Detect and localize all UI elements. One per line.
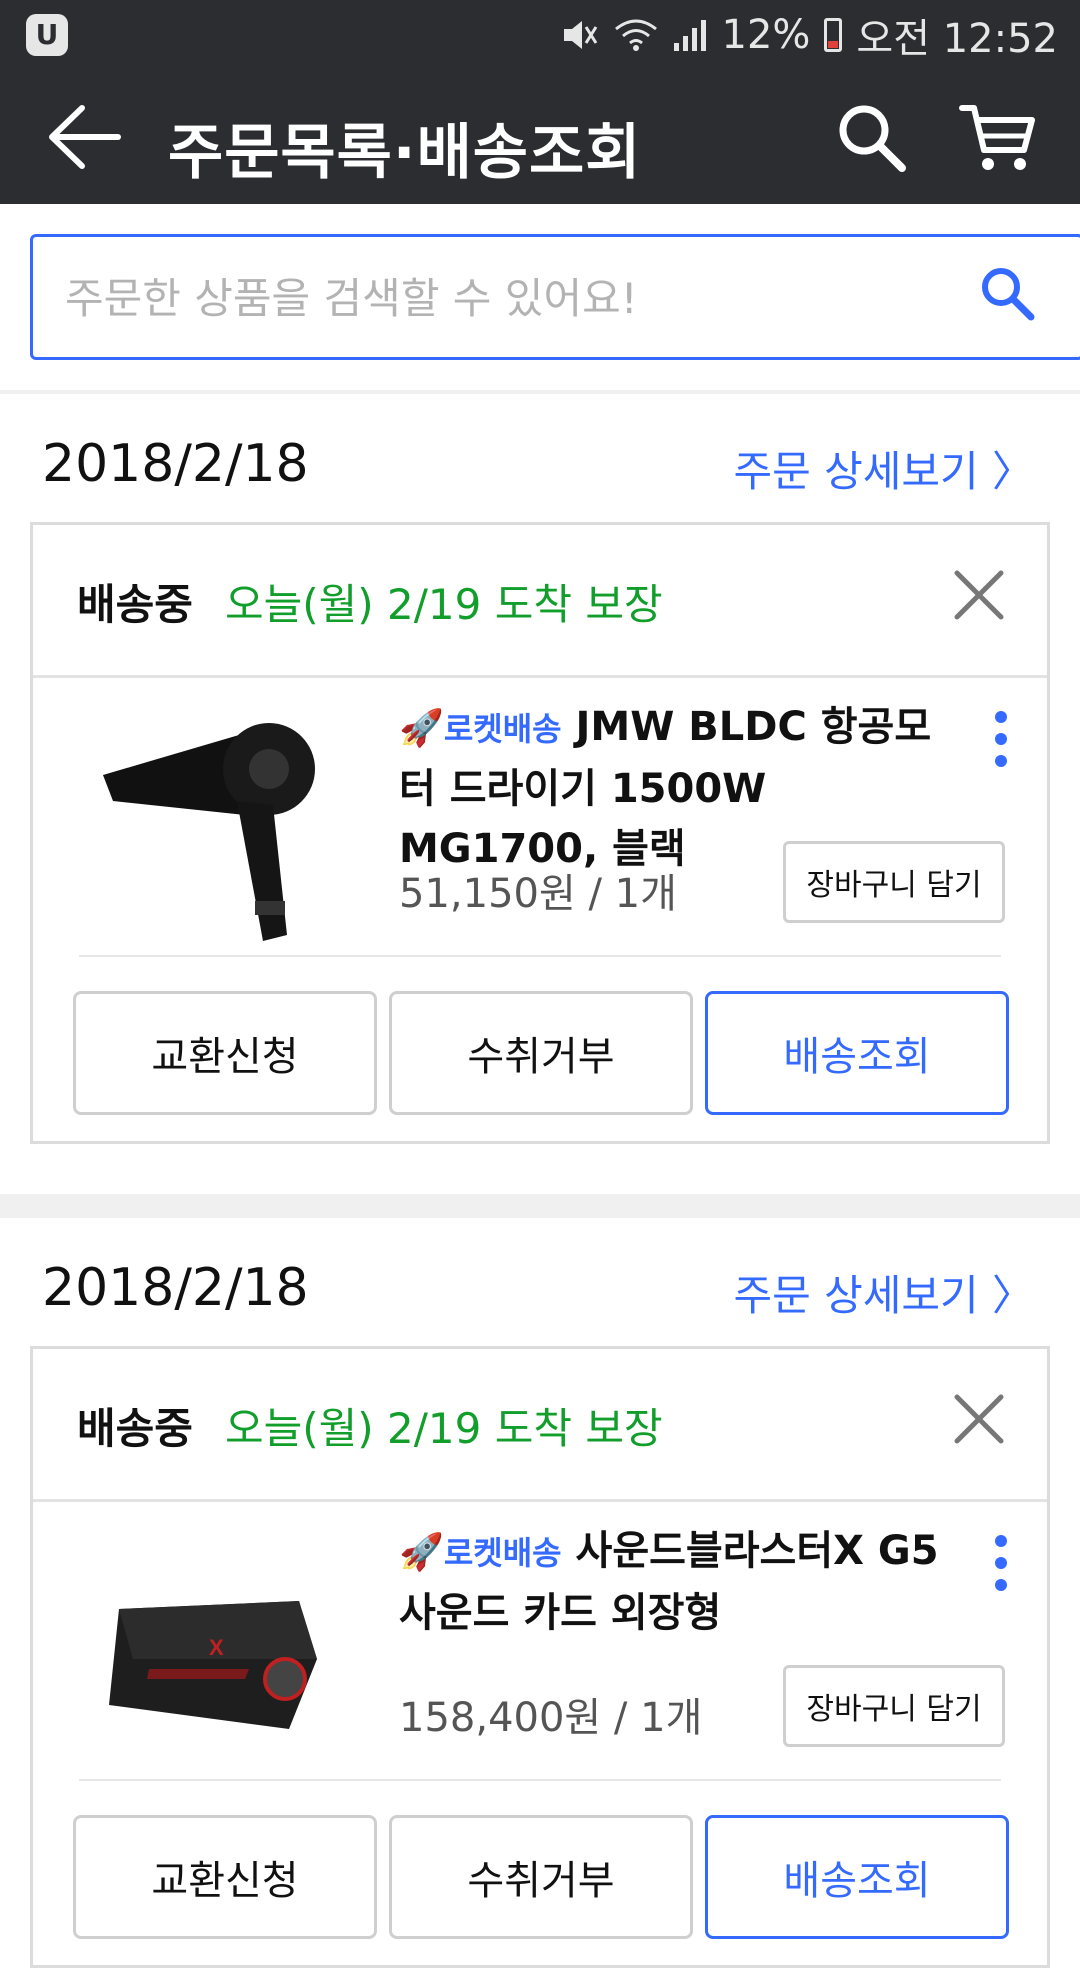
clock: 오전 12:52 [856, 16, 1058, 62]
order-group: 2018/2/18 주문 상세보기 〉 배송중 오늘(월) 2/19 도착 보장… [0, 394, 1080, 1194]
order-search-box [30, 234, 1080, 360]
rocket-icon: 🚀 [399, 708, 444, 749]
more-options-icon[interactable] [991, 1533, 1011, 1593]
section-divider [0, 1194, 1080, 1218]
close-icon[interactable] [951, 567, 1007, 623]
order-actions: 교환신청 수취거부 배송조회 [73, 1815, 1009, 1939]
delivery-eta: 오늘(월) 2/19 도착 보장 [225, 580, 663, 629]
rocket-icon: 🚀 [399, 1532, 444, 1573]
divider [79, 1779, 1001, 1781]
delivery-status-row: 배송중 오늘(월) 2/19 도착 보장 [33, 1349, 1047, 1502]
app-bar: 주문목록·배송조회 [0, 70, 1080, 204]
product-price-qty: 158,400원 / 1개 [399, 1695, 703, 1741]
page-title: 주문목록·배송조회 [168, 118, 642, 188]
delivery-status: 배송중 [77, 1404, 193, 1453]
order-card: 배송중 오늘(월) 2/19 도착 보장 X 🚀로켓배송 사운드블라스터X G5… [30, 1346, 1050, 1968]
mute-icon [560, 17, 600, 53]
track-delivery-button[interactable]: 배송조회 [705, 991, 1009, 1115]
track-delivery-button[interactable]: 배송조회 [705, 1815, 1009, 1939]
order-date: 2018/2/18 [42, 434, 309, 494]
app-notification-icon: U [26, 14, 68, 56]
refuse-delivery-button[interactable]: 수취거부 [389, 1815, 693, 1939]
order-detail-link[interactable]: 주문 상세보기 〉 [733, 1262, 1034, 1323]
delivery-eta: 오늘(월) 2/19 도착 보장 [225, 1404, 663, 1453]
refuse-delivery-button[interactable]: 수취거부 [389, 991, 693, 1115]
svg-text:X: X [209, 1635, 224, 1660]
rocket-delivery-badge: 🚀로켓배송 [399, 1532, 562, 1573]
battery-icon [824, 18, 843, 52]
product-image-hair-dryer[interactable] [89, 705, 329, 945]
rocket-delivery-badge: 🚀로켓배송 [399, 708, 562, 749]
add-to-cart-button[interactable]: 장바구니 담기 [783, 841, 1005, 923]
battery-percent: 12% [721, 12, 811, 58]
product-price-qty: 51,150원 / 1개 [399, 871, 677, 917]
status-bar: U 12% 오전 12:52 [0, 0, 1080, 70]
order-actions: 교환신청 수취거부 배송조회 [73, 991, 1009, 1115]
exchange-request-button[interactable]: 교환신청 [73, 991, 377, 1115]
order-search-input[interactable] [63, 265, 947, 331]
cart-icon[interactable] [958, 100, 1038, 176]
search-icon[interactable] [836, 102, 908, 174]
divider [79, 955, 1001, 957]
delivery-status-row: 배송중 오늘(월) 2/19 도착 보장 [33, 525, 1047, 678]
signal-icon [672, 17, 708, 53]
add-to-cart-button[interactable]: 장바구니 담기 [783, 1665, 1005, 1747]
delivery-status: 배송중 [77, 580, 193, 629]
order-date: 2018/2/18 [42, 1258, 309, 1318]
status-icons: 12% 오전 12:52 [560, 12, 1058, 62]
search-icon[interactable] [977, 263, 1037, 323]
order-group: 2018/2/18 주문 상세보기 〉 배송중 오늘(월) 2/19 도착 보장… [0, 1218, 1080, 1978]
wifi-icon [614, 17, 658, 53]
product-image-sound-card[interactable]: X [89, 1529, 329, 1769]
exchange-request-button[interactable]: 교환신청 [73, 1815, 377, 1939]
order-card: 배송중 오늘(월) 2/19 도착 보장 🚀로켓배송 JMW BLDC 항공모터… [30, 522, 1050, 1144]
product-title[interactable]: 🚀로켓배송 사운드블라스터X G5사운드 카드 외장형 [399, 1521, 959, 1643]
close-icon[interactable] [951, 1391, 1007, 1447]
more-options-icon[interactable] [991, 709, 1011, 769]
back-arrow-icon[interactable] [46, 102, 122, 172]
order-detail-link[interactable]: 주문 상세보기 〉 [733, 438, 1034, 499]
